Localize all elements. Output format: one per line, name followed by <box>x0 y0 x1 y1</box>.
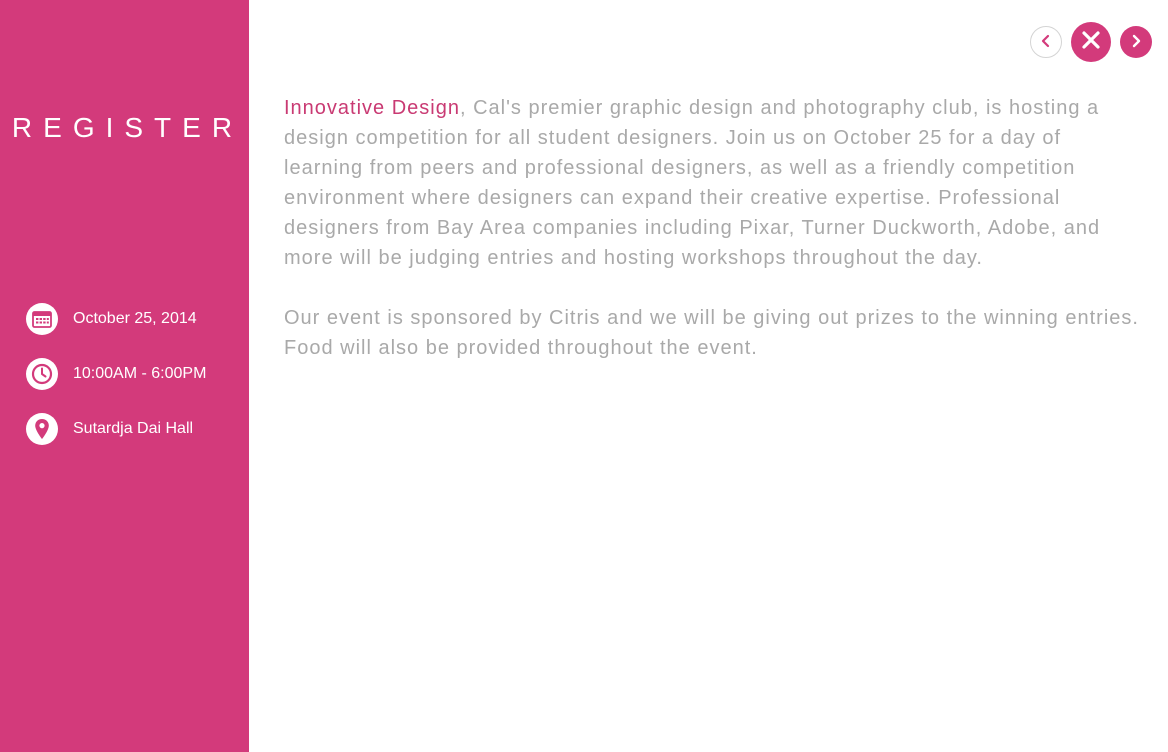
calendar-icon <box>26 303 58 335</box>
description-paragraph-1-text: , Cal's premier graphic design and photo… <box>284 97 1101 269</box>
event-time: 10:00AM - 6:00PM <box>26 358 206 390</box>
location-pin-icon <box>26 413 58 445</box>
next-button[interactable] <box>1120 26 1152 58</box>
register-button[interactable]: REGISTER <box>0 112 249 144</box>
event-location: Sutardja Dai Hall <box>26 413 206 445</box>
chevron-left-icon <box>1039 33 1053 52</box>
previous-button[interactable] <box>1030 26 1062 58</box>
event-detail-page: REGISTER October 25, 2014 10:00AM - 6:00… <box>0 0 1168 752</box>
event-date-text: October 25, 2014 <box>73 310 197 327</box>
chevron-right-icon <box>1129 33 1143 52</box>
modal-nav-controls <box>1030 22 1152 62</box>
sidebar: REGISTER October 25, 2014 10:00AM - 6:00… <box>0 0 249 752</box>
close-icon <box>1081 30 1101 54</box>
event-description: Innovative Design, Cal's premier graphic… <box>284 93 1144 393</box>
event-time-text: 10:00AM - 6:00PM <box>73 365 207 382</box>
description-paragraph-2: Our event is sponsored by Citris and we … <box>284 307 1139 359</box>
club-link[interactable]: Innovative Design <box>284 97 460 119</box>
description-paragraph-1: Innovative Design, Cal's premier graphic… <box>284 93 1144 273</box>
event-details-list: October 25, 2014 10:00AM - 6:00PM Sutard… <box>26 303 206 468</box>
event-date: October 25, 2014 <box>26 303 206 335</box>
event-location-text: Sutardja Dai Hall <box>73 420 194 437</box>
close-button[interactable] <box>1071 22 1111 62</box>
clock-icon <box>26 358 58 390</box>
